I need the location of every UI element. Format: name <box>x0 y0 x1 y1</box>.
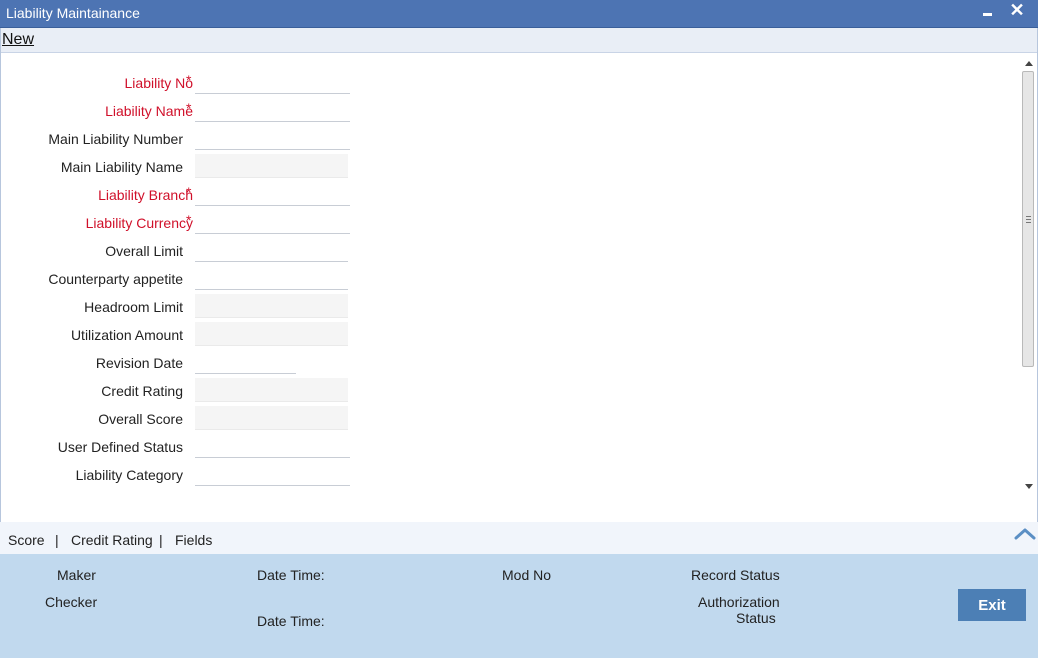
headroom-limit-input <box>195 294 348 318</box>
required-marker: * <box>186 100 192 116</box>
tab-fields[interactable]: Fields <box>175 532 212 548</box>
maker-date-time-label: Date Time: <box>257 567 325 583</box>
checker-date-time-label: Date Time: <box>257 613 325 629</box>
scrollbar-thumb[interactable] <box>1022 71 1034 367</box>
liability-form: Liability No * Liability Name * Main Lia… <box>0 54 1020 496</box>
field-row-liability-no: Liability No * <box>0 69 400 95</box>
field-row-main-liability-number: Main Liability Number <box>0 125 400 151</box>
scroll-up-icon[interactable] <box>1021 57 1036 69</box>
subsystem-tabs: Score | Credit Rating | Fields <box>0 522 1038 554</box>
main-liability-number-input[interactable] <box>195 126 350 150</box>
field-label: Liability No <box>124 75 193 91</box>
required-marker: * <box>186 184 192 200</box>
mod-no-label: Mod No <box>502 567 552 583</box>
tab-credit-rating[interactable]: Credit Rating <box>71 532 153 548</box>
field-row-main-liability-name: Main Liability Name <box>0 153 400 179</box>
field-label: Overall Score <box>98 411 183 427</box>
tab-separator: | <box>55 532 59 548</box>
liability-name-input[interactable] <box>195 98 350 122</box>
field-row-counterparty-appetite: Counterparty appetite <box>0 265 400 291</box>
revision-date-input[interactable] <box>195 350 296 374</box>
field-label: Revision Date <box>95 355 183 371</box>
record-status-label: Record Status <box>691 567 780 583</box>
field-row-overall-score: Overall Score <box>0 405 400 431</box>
field-label: Liability Name <box>105 103 193 119</box>
window-title: Liability Maintainance <box>6 5 140 21</box>
field-row-liability-branch: Liability Branch * <box>0 181 400 207</box>
tab-score[interactable]: Score <box>8 532 45 548</box>
window-titlebar: Liability Maintainance ✕ <box>0 0 1038 28</box>
field-row-user-defined-status: User Defined Status <box>0 433 400 459</box>
chevron-up-icon[interactable] <box>1014 526 1036 540</box>
overall-limit-input[interactable] <box>195 238 348 262</box>
new-link[interactable]: New <box>2 31 34 49</box>
field-row-liability-category: Liability Category <box>0 461 400 487</box>
overall-score-input <box>195 406 348 430</box>
checker-label: Checker <box>45 594 98 610</box>
main-liability-name-input <box>195 154 348 178</box>
exit-button[interactable]: Exit <box>958 589 1026 621</box>
liability-category-input[interactable] <box>195 462 350 486</box>
field-row-liability-currency: Liability Currency * <box>0 209 400 235</box>
vertical-scrollbar[interactable] <box>1021 54 1036 496</box>
maker-label: Maker <box>57 567 96 583</box>
toolbar: New <box>0 28 1038 53</box>
liability-branch-input[interactable] <box>195 182 350 206</box>
audit-footer: Maker Checker Date Time: Date Time: Mod … <box>0 554 1038 658</box>
field-label: Main Liability Number <box>48 131 183 147</box>
minimize-icon[interactable] <box>980 2 996 20</box>
field-label: Liability Branch <box>98 187 193 203</box>
liability-no-input[interactable] <box>195 70 350 94</box>
field-row-utilization-amount: Utilization Amount <box>0 321 400 347</box>
field-label: Utilization Amount <box>70 327 183 343</box>
field-label: Headroom Limit <box>84 299 183 315</box>
field-label: Credit Rating <box>101 383 183 399</box>
field-label: Liability Currency <box>85 215 193 231</box>
field-row-liability-name: Liability Name * <box>0 97 400 123</box>
field-label: Overall Limit <box>105 243 183 259</box>
field-row-headroom-limit: Headroom Limit <box>0 293 400 319</box>
required-marker: * <box>186 212 192 228</box>
field-row-overall-limit: Overall Limit <box>0 237 400 263</box>
field-label: Liability Category <box>75 467 183 483</box>
grip-icon <box>1026 216 1031 223</box>
close-icon[interactable]: ✕ <box>1009 1 1025 19</box>
credit-rating-input <box>195 378 348 402</box>
scroll-down-icon[interactable] <box>1021 481 1036 493</box>
authorization-status-label: Status <box>736 610 776 626</box>
liability-currency-input[interactable] <box>195 210 350 234</box>
counterparty-appetite-input[interactable] <box>195 266 348 290</box>
tab-separator: | <box>159 532 163 548</box>
field-label: Main Liability Name <box>60 159 183 175</box>
user-defined-status-input[interactable] <box>195 434 350 458</box>
authorization-label: Authorization <box>698 594 780 610</box>
utilization-amount-input <box>195 322 348 346</box>
field-row-revision-date: Revision Date <box>0 349 400 375</box>
required-marker: * <box>186 72 192 88</box>
field-label: User Defined Status <box>57 439 183 455</box>
field-row-credit-rating: Credit Rating <box>0 377 400 403</box>
field-label: Counterparty appetite <box>48 271 183 287</box>
